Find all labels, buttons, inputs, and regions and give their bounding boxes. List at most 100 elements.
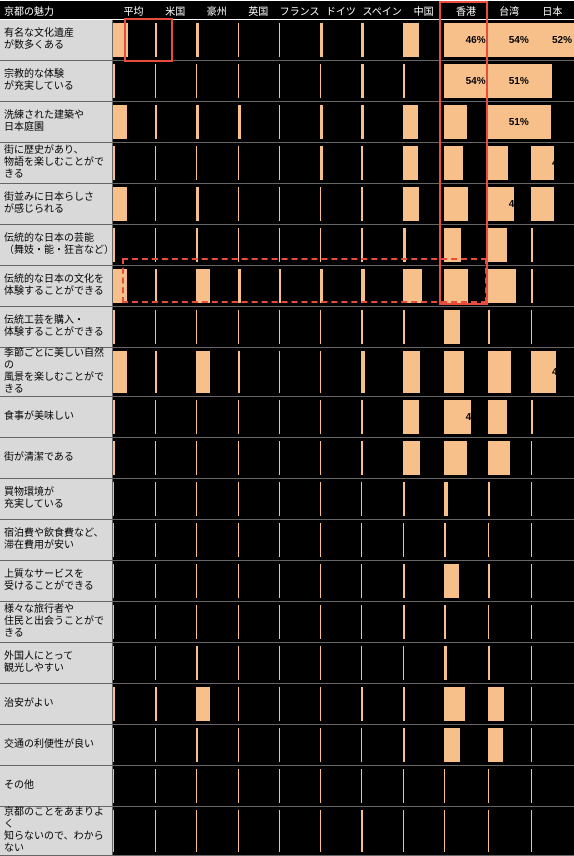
data-cell xyxy=(279,643,320,684)
data-cell: 2 xyxy=(488,479,531,520)
data-cell xyxy=(320,397,361,438)
data-cell xyxy=(279,438,320,479)
data-cell xyxy=(531,561,574,602)
row-label: 治安がよい xyxy=(0,684,112,725)
data-cell xyxy=(320,184,361,225)
data-cell: 2 xyxy=(403,561,445,602)
data-cell: 2 xyxy=(320,143,361,184)
data-cell xyxy=(361,766,402,807)
data-cell xyxy=(320,643,361,684)
data-cell xyxy=(361,561,402,602)
data-cell: 2 xyxy=(112,397,154,438)
data-cell: 44 xyxy=(488,348,531,397)
table-row: 食事が美味しい23348%402 xyxy=(0,397,574,438)
data-cell: 45 xyxy=(444,184,487,225)
data-cell: 2 xyxy=(155,266,196,307)
data-cell: 2 xyxy=(112,143,154,184)
data-cell: 41 xyxy=(488,143,531,184)
data-cell xyxy=(112,520,154,561)
col-header: 香港 xyxy=(444,1,487,20)
data-cell xyxy=(196,807,238,856)
data-cell: 48% xyxy=(488,184,531,225)
row-label: 上質なサービスを受けることができる xyxy=(0,561,112,602)
row-label: 伝統工芸を購入・体験することができる xyxy=(0,307,112,348)
data-cell xyxy=(238,766,279,807)
data-cell: 31 xyxy=(112,20,154,61)
data-cell xyxy=(320,807,361,856)
data-cell: 50 xyxy=(488,266,531,307)
row-label: 外国人にとって観光しやすい xyxy=(0,643,112,684)
data-cell xyxy=(361,184,402,225)
data-cell xyxy=(112,725,154,766)
data-cell xyxy=(320,561,361,602)
data-cell xyxy=(155,643,196,684)
data-cell xyxy=(320,438,361,479)
data-cell xyxy=(361,307,402,348)
data-cell: 54% xyxy=(444,61,487,102)
data-cell xyxy=(361,225,402,266)
data-cell xyxy=(531,684,574,725)
data-cell: 48% xyxy=(444,397,487,438)
data-cell xyxy=(279,348,320,397)
data-cell xyxy=(238,438,279,479)
data-cell xyxy=(155,725,196,766)
data-cell: 54% xyxy=(488,20,531,61)
data-cell xyxy=(361,520,402,561)
data-cell xyxy=(155,520,196,561)
data-cell: 35 xyxy=(403,184,445,225)
data-cell xyxy=(361,143,402,184)
col-header: 台湾 xyxy=(488,1,531,20)
data-cell: 32 xyxy=(403,143,445,184)
data-cell xyxy=(196,561,238,602)
data-cell: 2 xyxy=(531,266,574,307)
data-cell xyxy=(155,184,196,225)
data-cell: 2 xyxy=(196,184,238,225)
data-cell xyxy=(196,479,238,520)
data-cell xyxy=(112,643,154,684)
data-cell xyxy=(531,307,574,348)
data-cell xyxy=(320,520,361,561)
data-cell: 29 xyxy=(196,266,238,307)
data-cell: 38 xyxy=(444,143,487,184)
data-cell xyxy=(196,307,238,348)
data-cell xyxy=(279,20,320,61)
data-cell xyxy=(320,479,361,520)
row-label: 街に歴史があり、物語を楽しむことができる xyxy=(0,143,112,184)
data-cell: 39 xyxy=(403,266,445,307)
data-cell xyxy=(403,520,445,561)
table-row: 京都のことをあまりよく知らないので、わからない xyxy=(0,807,574,856)
data-cell xyxy=(112,602,154,643)
data-cell: 2 xyxy=(361,20,402,61)
table-row: 買物環境が充実している222 xyxy=(0,479,574,520)
data-cell: 33 xyxy=(488,684,531,725)
data-cell xyxy=(279,479,320,520)
data-cell xyxy=(155,61,196,102)
data-cell xyxy=(112,807,154,856)
data-cell: 2 xyxy=(403,725,445,766)
data-cell xyxy=(320,348,361,397)
col-header: 中国 xyxy=(403,1,445,20)
col-header: 平均 xyxy=(112,1,154,20)
table-row: 様々な旅行者や住民と出会うことができる2 xyxy=(0,602,574,643)
data-cell: 31 xyxy=(488,725,531,766)
data-cell: 2 xyxy=(112,684,154,725)
data-cell xyxy=(531,438,574,479)
table-row: 街に歴史があり、物語を楽しむことができる2232384144% xyxy=(0,143,574,184)
data-cell: 52% xyxy=(531,20,574,61)
data-cell xyxy=(531,766,574,807)
table-row: 伝統的な日本の芸能（舞妓・能・狂言など）22333382 xyxy=(0,225,574,266)
col-header: ドイツ xyxy=(320,1,361,20)
row-label: 季節ごとに美しい自然の風景を楽しむことができる xyxy=(0,348,112,397)
data-cell: 2 xyxy=(112,61,154,102)
data-cell xyxy=(279,684,320,725)
data-cell: 3 xyxy=(403,225,445,266)
data-cell: 2 xyxy=(488,561,531,602)
data-cell xyxy=(279,61,320,102)
data-cell xyxy=(320,766,361,807)
data-cell xyxy=(196,602,238,643)
data-cell: 2 xyxy=(403,479,445,520)
data-cell xyxy=(279,102,320,143)
row-label: 宿泊費や飲食費など、滞在費用が安い xyxy=(0,520,112,561)
row-label: 伝統的な日本の芸能（舞妓・能・狂言など） xyxy=(0,225,112,266)
data-cell: 2 xyxy=(238,348,279,397)
